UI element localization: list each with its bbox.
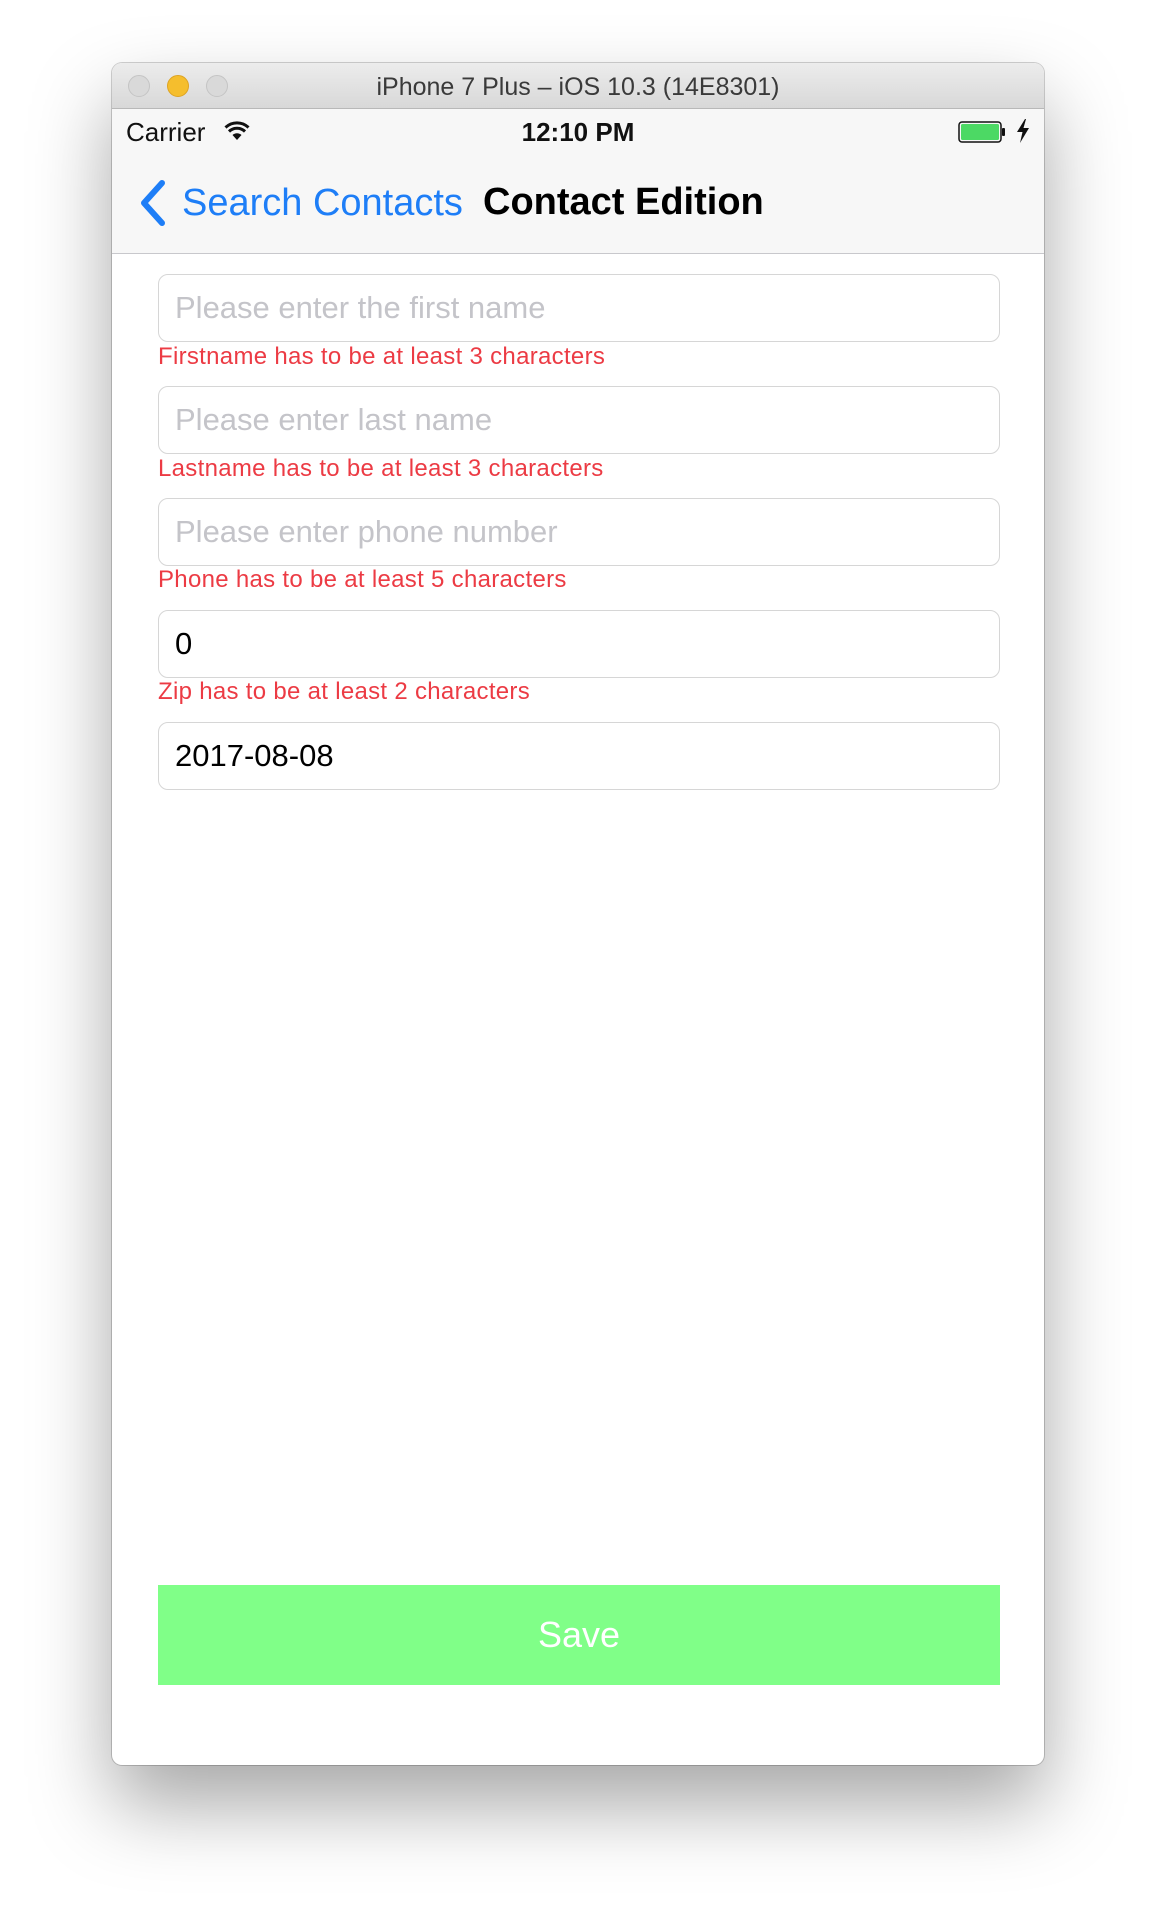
simulator-window: iPhone 7 Plus – iOS 10.3 (14E8301) Carri…: [112, 63, 1044, 1765]
zip-error: Zip has to be at least 2 characters: [158, 678, 531, 705]
chevron-left-icon[interactable]: [140, 180, 166, 226]
first-name-error: Firstname has to be at least 3 character…: [158, 343, 606, 370]
status-time: 12:10 PM: [521, 117, 635, 147]
window-title: iPhone 7 Plus – iOS 10.3 (14E8301): [376, 73, 780, 101]
phone-input[interactable]: [158, 498, 1000, 566]
status-bar: Carrier 12:10 PM: [112, 109, 1044, 155]
window-titlebar: iPhone 7 Plus – iOS 10.3 (14E8301): [112, 63, 1044, 109]
phone-error: Phone has to be at least 5 characters: [158, 566, 567, 593]
last-name-error: Lastname has to be at least 3 characters: [158, 455, 604, 482]
navigation-bar: Search Contacts Contact Edition: [112, 155, 1044, 254]
back-button[interactable]: Search Contacts: [182, 182, 463, 225]
date-input[interactable]: [158, 722, 1000, 790]
last-name-input[interactable]: [158, 386, 1000, 454]
battery-icon: [958, 121, 1005, 143]
save-button[interactable]: Save: [158, 1585, 1000, 1685]
charging-bolt-icon: [1017, 119, 1029, 143]
first-name-input[interactable]: [158, 274, 1000, 342]
page-title: Contact Edition: [483, 181, 764, 223]
zip-input[interactable]: [158, 610, 1000, 678]
